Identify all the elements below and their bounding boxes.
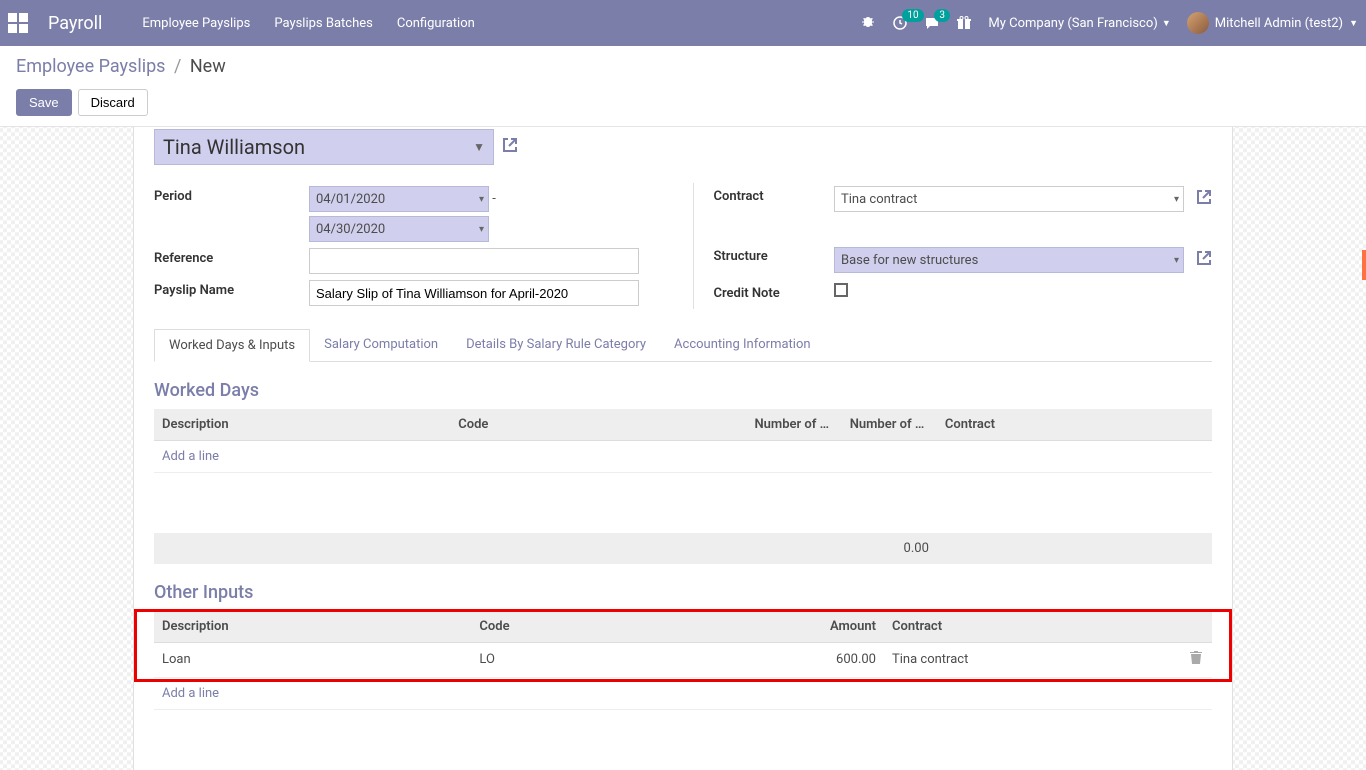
tabs: Worked Days & Inputs Salary Computation … <box>154 329 1212 362</box>
breadcrumb-current: New <box>190 56 226 77</box>
user-menu[interactable]: Mitchell Admin (test2) ▼ <box>1187 12 1358 34</box>
reference-field[interactable] <box>309 248 639 274</box>
th-description[interactable]: Description <box>154 409 450 441</box>
th-description[interactable]: Description <box>154 611 471 643</box>
topbar: Payroll Employee Payslips Payslips Batch… <box>0 0 1366 46</box>
th-code[interactable]: Code <box>450 409 746 441</box>
content-area: Tina Williamson ▼ Period 04/01/2020 ▾ - <box>0 127 1366 770</box>
other-inputs-table: Description Code Amount Contract Loan LO… <box>154 611 1212 710</box>
structure-field[interactable]: Base for new structures ▾ <box>834 247 1184 273</box>
clock-icon[interactable]: 10 <box>892 15 908 31</box>
menu-payslips-batches[interactable]: Payslips Batches <box>274 16 373 31</box>
chevron-down-icon: ▼ <box>473 140 485 154</box>
contract-label: Contract <box>714 183 835 217</box>
other-inputs-title: Other Inputs <box>154 582 1212 603</box>
discard-button[interactable]: Discard <box>78 89 148 116</box>
external-link-icon[interactable] <box>1196 250 1212 270</box>
form-sheet: Tina Williamson ▼ Period 04/01/2020 ▾ - <box>133 127 1233 770</box>
chevron-down-icon: ▼ <box>1162 18 1171 29</box>
worked-days-table: Description Code Number of … Number of …… <box>154 409 1212 564</box>
chevron-down-icon: ▾ <box>479 194 484 205</box>
external-link-icon[interactable] <box>502 137 518 157</box>
nav-menu: Employee Payslips Payslips Batches Confi… <box>142 16 474 31</box>
structure-label: Structure <box>714 217 835 280</box>
trash-icon[interactable] <box>1182 642 1212 677</box>
avatar <box>1187 12 1209 34</box>
credit-note-checkbox[interactable] <box>834 283 848 297</box>
menu-employee-payslips[interactable]: Employee Payslips <box>142 16 250 31</box>
tab-accounting-information[interactable]: Accounting Information <box>660 329 825 361</box>
tab-salary-computation[interactable]: Salary Computation <box>310 329 452 361</box>
breadcrumb: Employee Payslips / New <box>16 56 1350 77</box>
payslip-name-field[interactable] <box>309 280 639 306</box>
contract-field[interactable]: Tina contract ▾ <box>834 186 1184 212</box>
chevron-down-icon: ▾ <box>1174 194 1179 205</box>
chevron-down-icon: ▾ <box>1174 255 1179 266</box>
table-row[interactable]: Loan LO 600.00 Tina contract <box>154 642 1212 677</box>
period-from-field[interactable]: 04/01/2020 ▾ <box>309 186 489 212</box>
save-button[interactable]: Save <box>16 89 72 116</box>
topbar-right: 10 3 My Company (San Francisco) ▼ Mitche… <box>860 12 1358 34</box>
breadcrumb-parent[interactable]: Employee Payslips <box>16 56 165 77</box>
tab-details-by-salary-rule[interactable]: Details By Salary Rule Category <box>452 329 660 361</box>
th-number-days[interactable]: Number of … <box>746 409 841 441</box>
employee-field[interactable]: Tina Williamson ▼ <box>154 129 494 165</box>
company-selector[interactable]: My Company (San Francisco) ▼ <box>988 16 1170 31</box>
clock-badge: 10 <box>902 9 923 22</box>
period-to-field[interactable]: 04/30/2020 ▾ <box>309 216 489 242</box>
external-link-icon[interactable] <box>1196 189 1212 209</box>
gift-icon[interactable] <box>956 15 972 31</box>
th-contract[interactable]: Contract <box>937 409 1182 441</box>
apps-icon[interactable] <box>8 13 28 33</box>
tab-worked-days-inputs[interactable]: Worked Days & Inputs <box>154 329 310 362</box>
payslip-name-label: Payslip Name <box>154 277 309 309</box>
th-number-hours[interactable]: Number of … <box>842 409 937 441</box>
scroll-indicator <box>1362 250 1366 280</box>
add-line-worked-days[interactable]: Add a line <box>154 441 1212 473</box>
chevron-down-icon: ▾ <box>479 224 484 235</box>
th-code[interactable]: Code <box>471 611 788 643</box>
control-panel: Employee Payslips / New Save Discard <box>0 46 1366 127</box>
reference-label: Reference <box>154 245 309 277</box>
chat-icon[interactable]: 3 <box>924 15 940 31</box>
menu-configuration[interactable]: Configuration <box>397 16 475 31</box>
th-amount[interactable]: Amount <box>789 611 884 643</box>
chat-badge: 3 <box>934 9 950 22</box>
chevron-down-icon: ▼ <box>1349 18 1358 29</box>
app-name: Payroll <box>48 13 102 34</box>
add-line-other-inputs[interactable]: Add a line <box>154 677 1212 709</box>
period-label: Period <box>154 183 309 245</box>
worked-days-title: Worked Days <box>154 380 1212 401</box>
worked-days-total: 0.00 <box>842 533 937 564</box>
bug-icon[interactable] <box>860 15 876 31</box>
credit-note-label: Credit Note <box>714 280 835 309</box>
th-contract[interactable]: Contract <box>884 611 1182 643</box>
